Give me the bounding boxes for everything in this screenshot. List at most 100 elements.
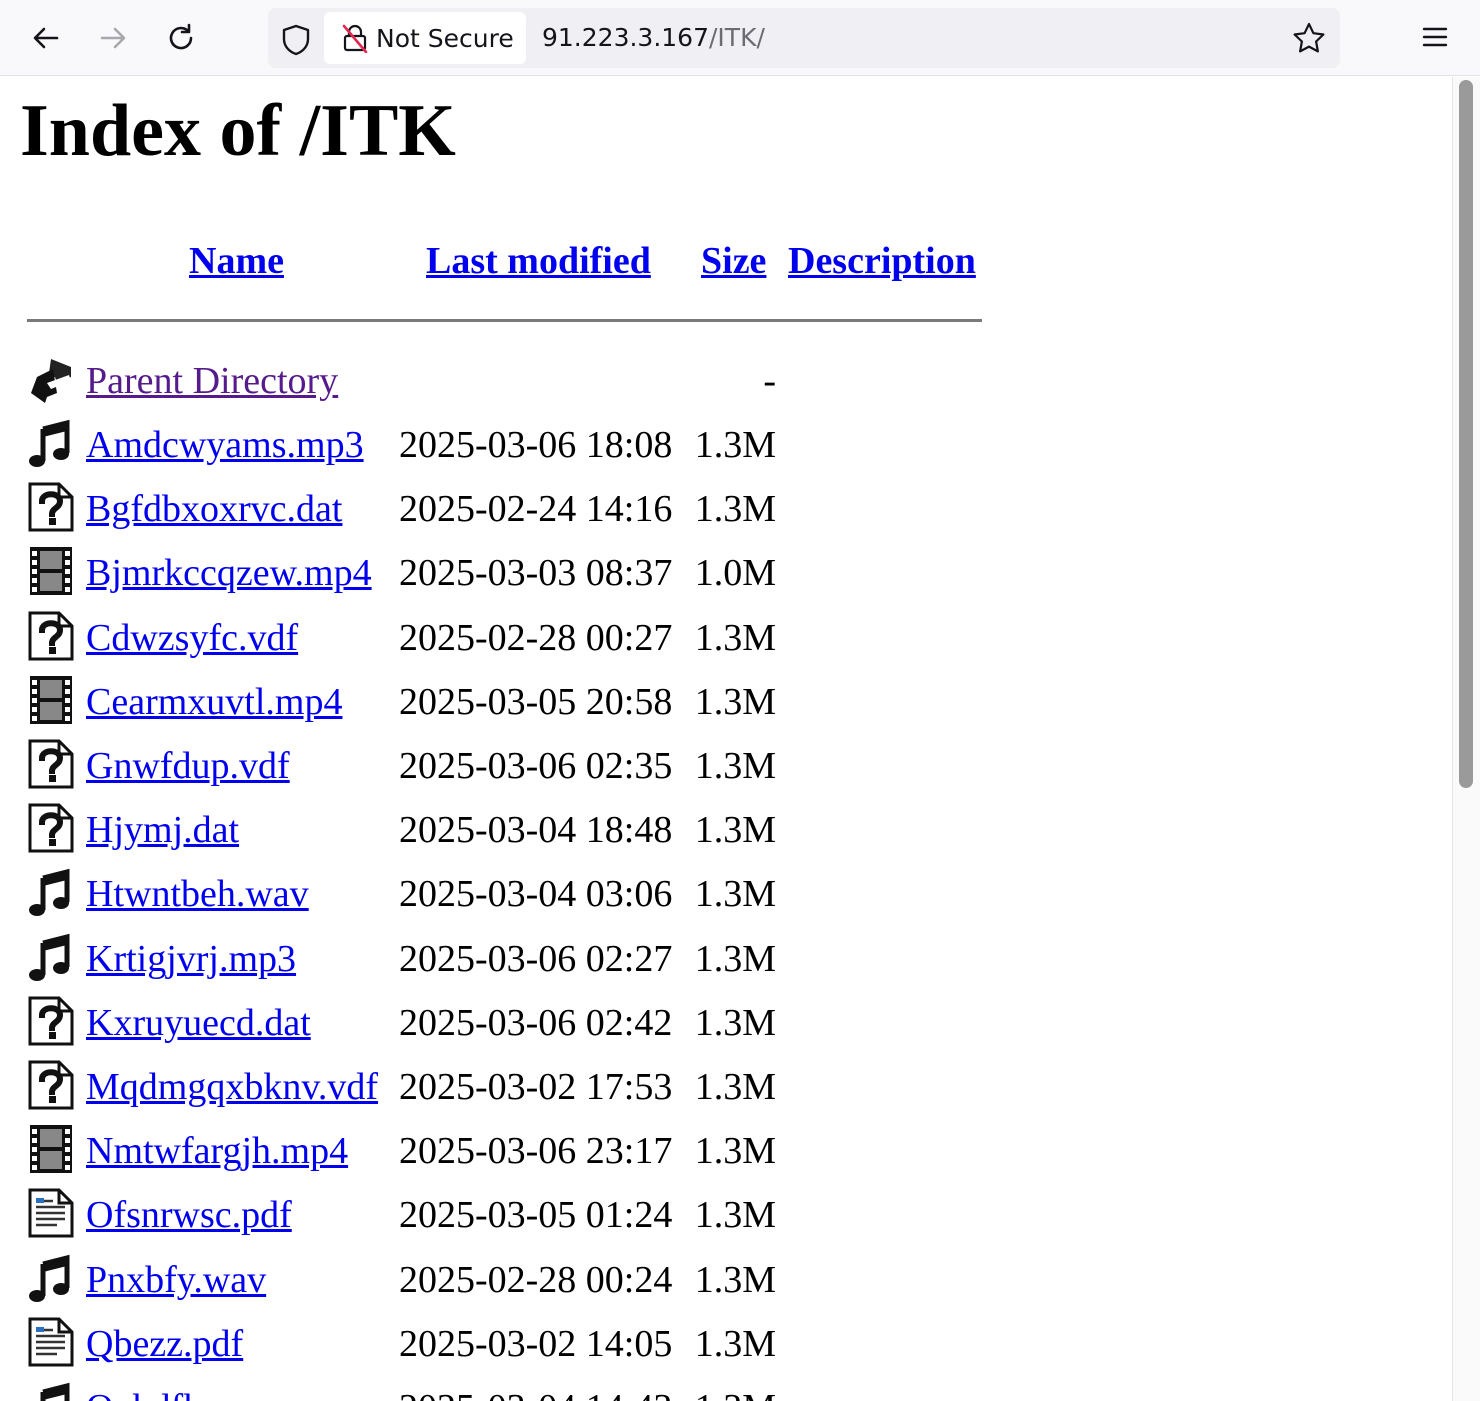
file-modified: 2025-03-06 02:42 bbox=[399, 1001, 673, 1044]
document-icon bbox=[28, 1317, 74, 1367]
file-link[interactable]: Cdwzsyfc.vdf bbox=[86, 616, 298, 660]
browser-toolbar: Not Secure 91.223.3.167/ITK/ bbox=[0, 0, 1480, 76]
page-title: Index of /ITK bbox=[20, 90, 456, 172]
file-link[interactable]: Qbezz.pdf bbox=[86, 1322, 243, 1366]
file-row: Pnxbfy.wav 2025-02-28 00:24 1.3M bbox=[0, 1252, 900, 1316]
page-content: Index of /ITK Name Last modified Size De… bbox=[0, 77, 1452, 1401]
file-link[interactable]: Gnwfdup.vdf bbox=[86, 744, 290, 788]
url-path: /ITK/ bbox=[709, 23, 765, 52]
file-size: 1.3M bbox=[694, 1066, 776, 1108]
file-row: Kxruyuecd.dat 2025-03-06 02:42 1.3M bbox=[0, 995, 900, 1059]
back-arrow-icon bbox=[31, 359, 71, 403]
movie-icon bbox=[30, 675, 72, 724]
reload-button[interactable] bbox=[157, 14, 205, 62]
security-label: Not Secure bbox=[376, 23, 514, 53]
sort-by-size-link[interactable]: Size bbox=[701, 237, 766, 285]
url-host: 91.223.3.167 bbox=[542, 23, 709, 52]
file-link[interactable]: Ofsnrwsc.pdf bbox=[86, 1193, 292, 1237]
file-size: 1.3M bbox=[694, 1258, 776, 1301]
sort-by-last-modified-link[interactable]: Last modified bbox=[426, 237, 651, 285]
unknown-file-icon bbox=[28, 1060, 74, 1110]
sound-icon bbox=[40, 1382, 70, 1401]
shield-icon bbox=[282, 24, 310, 56]
file-modified: 2025-03-04 03:06 bbox=[399, 873, 673, 916]
file-link[interactable]: Qqhdfknpe.wav bbox=[86, 1386, 330, 1401]
file-modified: 2025-03-04 18:48 bbox=[399, 809, 673, 852]
file-size: 1.3M bbox=[695, 1386, 776, 1401]
unknown-file-icon bbox=[28, 803, 74, 853]
sound-icon bbox=[29, 1254, 70, 1302]
file-size: 1.0M bbox=[694, 552, 776, 595]
file-link[interactable]: Pnxbfy.wav bbox=[86, 1258, 266, 1302]
unknown-file-icon bbox=[28, 739, 74, 789]
file-link[interactable]: Htwntbeh.wav bbox=[86, 872, 309, 916]
scrollbar-thumb[interactable] bbox=[1459, 80, 1473, 788]
file-modified: 2025-03-03 08:37 bbox=[399, 552, 673, 595]
file-link[interactable]: Cearmxuvtl.mp4 bbox=[86, 680, 342, 724]
file-row: Cearmxuvtl.mp4 2025-03-05 20:58 1.3M bbox=[0, 674, 900, 738]
file-modified: 2025-03-06 18:08 bbox=[399, 424, 673, 466]
sound-icon bbox=[29, 933, 70, 981]
file-row: Htwntbeh.wav 2025-03-04 03:06 1.3M bbox=[0, 866, 900, 930]
file-row: Qbezz.pdf 2025-03-02 14:05 1.3M bbox=[0, 1316, 900, 1380]
insecure-lock-icon bbox=[342, 24, 368, 53]
file-row: Hjymj.dat 2025-03-04 18:48 1.3M bbox=[0, 802, 900, 866]
arrow-left-icon bbox=[33, 27, 59, 49]
parent-directory-size: - bbox=[763, 360, 776, 402]
unknown-file-icon bbox=[28, 611, 74, 661]
file-row: Nmtwfargjh.mp4 2025-03-06 23:17 1.3M bbox=[0, 1123, 900, 1187]
parent-directory-link[interactable]: Parent Directory bbox=[86, 359, 338, 403]
sort-by-description-link[interactable]: Description bbox=[788, 237, 976, 285]
arrow-right-icon bbox=[100, 27, 126, 49]
file-row: Bgfdbxoxrvc.dat 2025-02-24 14:16 1.3M bbox=[0, 481, 900, 545]
file-row: Qqhdfknpe.wav 2025-03-04 14:43 1.3M bbox=[0, 1380, 900, 1401]
file-size: 1.3M bbox=[694, 937, 776, 980]
file-link[interactable]: Mqdmgqxbknv.vdf bbox=[86, 1065, 378, 1109]
file-modified: 2025-03-02 14:05 bbox=[399, 1322, 673, 1365]
file-modified: 2025-02-28 00:27 bbox=[399, 616, 673, 659]
file-size: 1.3M bbox=[694, 745, 776, 787]
file-modified: 2025-03-04 14:43 bbox=[399, 1386, 672, 1401]
file-link[interactable]: Bjmrkccqzew.mp4 bbox=[86, 551, 372, 595]
app-menu-button[interactable] bbox=[1420, 22, 1450, 57]
file-row: Bjmrkccqzew.mp4 2025-03-03 08:37 1.0M bbox=[0, 545, 900, 609]
back-button[interactable] bbox=[22, 14, 70, 62]
bookmark-button[interactable] bbox=[1290, 20, 1328, 63]
file-link[interactable]: Krtigjvrj.mp3 bbox=[86, 937, 296, 981]
file-link[interactable]: Hjymj.dat bbox=[86, 808, 239, 852]
movie-icon bbox=[30, 1125, 72, 1174]
file-link[interactable]: Amdcwyams.mp3 bbox=[86, 423, 364, 467]
file-size: 1.3M bbox=[694, 424, 776, 466]
sound-icon bbox=[29, 419, 70, 467]
reload-icon bbox=[169, 23, 193, 50]
unknown-file-icon bbox=[28, 482, 74, 532]
file-size: 1.3M bbox=[694, 1322, 776, 1365]
file-link[interactable]: Bgfdbxoxrvc.dat bbox=[86, 487, 342, 531]
url-text[interactable]: 91.223.3.167/ITK/ bbox=[542, 23, 765, 52]
sort-by-name-link[interactable]: Name bbox=[189, 237, 284, 285]
hamburger-menu-icon bbox=[1422, 27, 1448, 47]
file-row: Cdwzsyfc.vdf 2025-02-28 00:27 1.3M bbox=[0, 610, 900, 674]
document-icon bbox=[28, 1188, 74, 1238]
file-size: 1.3M bbox=[694, 616, 776, 659]
sound-icon bbox=[29, 869, 70, 917]
star-icon bbox=[1293, 22, 1325, 53]
tracking-protection-button[interactable] bbox=[276, 20, 316, 60]
file-modified: 2025-02-28 00:24 bbox=[399, 1258, 673, 1301]
file-size: 1.3M bbox=[694, 1001, 776, 1044]
file-size: 1.3M bbox=[694, 488, 776, 531]
file-modified: 2025-03-05 01:24 bbox=[399, 1194, 673, 1237]
file-size: 1.3M bbox=[694, 809, 776, 852]
file-modified: 2025-03-02 17:53 bbox=[399, 1066, 673, 1108]
file-size: 1.3M bbox=[694, 873, 776, 916]
parent-directory-row: Parent Directory - bbox=[0, 353, 900, 417]
file-row: Gnwfdup.vdf 2025-03-06 02:35 1.3M bbox=[0, 738, 900, 802]
file-size: 1.3M bbox=[694, 680, 776, 723]
file-link[interactable]: Kxruyuecd.dat bbox=[86, 1001, 311, 1045]
forward-button[interactable] bbox=[89, 14, 137, 62]
file-link[interactable]: Nmtwfargjh.mp4 bbox=[86, 1129, 348, 1173]
site-security-badge[interactable]: Not Secure bbox=[324, 12, 526, 64]
file-row: Amdcwyams.mp3 2025-03-06 18:08 1.3M bbox=[0, 417, 900, 481]
file-modified: 2025-02-24 14:16 bbox=[399, 488, 673, 531]
file-size: 1.3M bbox=[694, 1130, 776, 1173]
